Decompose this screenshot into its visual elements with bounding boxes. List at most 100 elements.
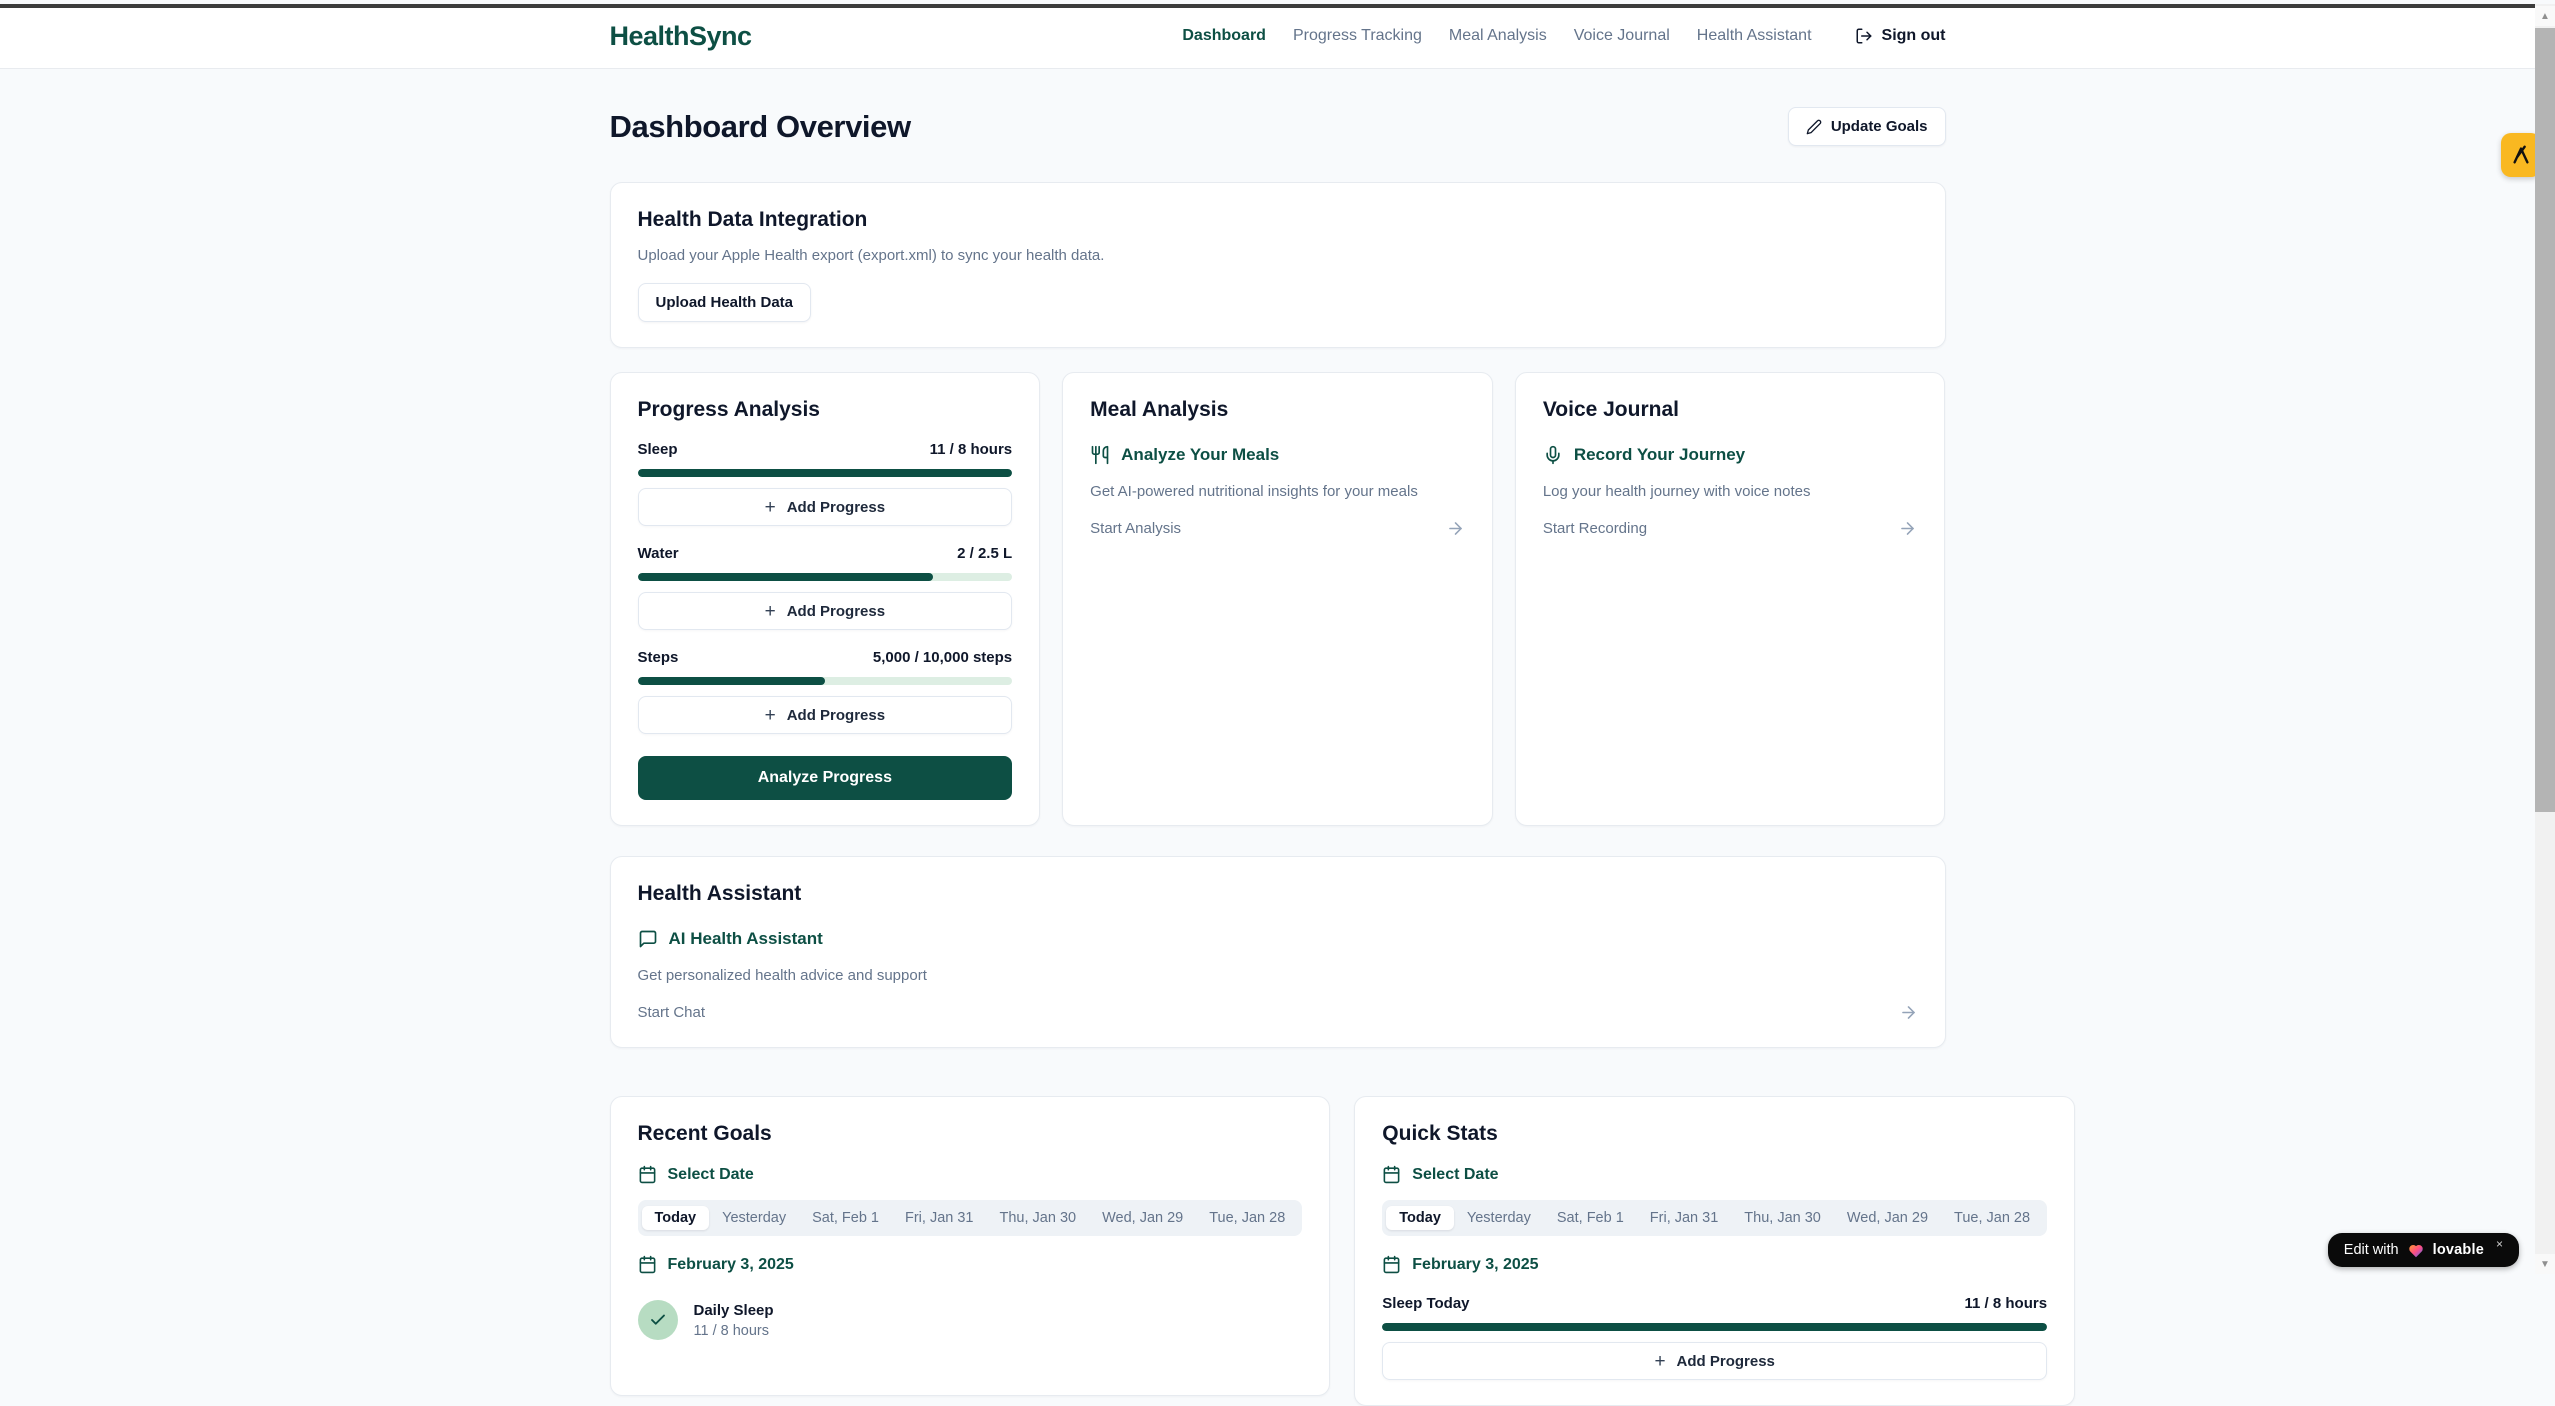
heart-icon bbox=[2407, 1242, 2425, 1258]
quick-stats-date-tabs: Today Yesterday Sat, Feb 1 Fri, Jan 31 T… bbox=[1382, 1200, 2047, 1236]
analyze-your-meals-label: Analyze Your Meals bbox=[1121, 445, 1279, 465]
plus-icon: + bbox=[765, 602, 776, 621]
voice-journal-card: Voice Journal Record Your Journey Log yo… bbox=[1515, 372, 1946, 826]
sign-out-button[interactable]: Sign out bbox=[1855, 27, 1946, 45]
check-icon bbox=[649, 1311, 667, 1329]
upload-health-data-button[interactable]: Upload Health Data bbox=[638, 283, 812, 322]
record-your-journey-link[interactable]: Record Your Journey bbox=[1543, 445, 1918, 465]
health-data-integration-card: Health Data Integration Upload your Appl… bbox=[610, 182, 1946, 348]
add-progress-sleep-button[interactable]: + Add Progress bbox=[638, 488, 1013, 526]
nav-item-dashboard[interactable]: Dashboard bbox=[1182, 27, 1266, 45]
calendar-icon bbox=[638, 1255, 657, 1274]
date-tab-yesterday[interactable]: Yesterday bbox=[1454, 1206, 1544, 1230]
badge-close-icon[interactable]: × bbox=[2496, 1237, 2503, 1251]
date-tab-thu-jan-30[interactable]: Thu, Jan 30 bbox=[1731, 1206, 1834, 1230]
recent-goals-selected-date: February 3, 2025 bbox=[638, 1255, 1303, 1274]
nav-item-progress-tracking[interactable]: Progress Tracking bbox=[1293, 27, 1422, 45]
metric-steps: Steps 5,000 / 10,000 steps + Add Progres… bbox=[638, 649, 1013, 734]
nav-item-meal-analysis[interactable]: Meal Analysis bbox=[1449, 27, 1547, 45]
date-tab-wed-jan-29[interactable]: Wed, Jan 29 bbox=[1089, 1206, 1196, 1230]
date-tab-sat-feb-1[interactable]: Sat, Feb 1 bbox=[799, 1206, 892, 1230]
metric-water-value: 2 / 2.5 L bbox=[957, 545, 1012, 562]
quick-stats-select-date[interactable]: Select Date bbox=[1382, 1165, 2047, 1184]
start-recording-label: Start Recording bbox=[1543, 520, 1647, 537]
integration-description: Upload your Apple Health export (export.… bbox=[638, 247, 1918, 264]
water-progress-fill bbox=[638, 573, 934, 581]
window-top-strip bbox=[0, 4, 2541, 8]
quick-stats-add-progress-button[interactable]: + Add Progress bbox=[1382, 1342, 2047, 1380]
sleep-today-progress-bar bbox=[1382, 1323, 2047, 1331]
date-tab-yesterday[interactable]: Yesterday bbox=[709, 1206, 799, 1230]
app-logo[interactable]: HealthSync bbox=[610, 21, 752, 52]
utensils-icon bbox=[1090, 445, 1110, 465]
integration-title: Health Data Integration bbox=[638, 208, 1918, 232]
add-progress-label: Add Progress bbox=[787, 603, 885, 620]
goal-value: 11 / 8 hours bbox=[694, 1323, 774, 1339]
quick-stats-selected-date: February 3, 2025 bbox=[1382, 1255, 2047, 1274]
analyze-progress-button[interactable]: Analyze Progress bbox=[638, 756, 1013, 800]
date-tab-today[interactable]: Today bbox=[1386, 1206, 1454, 1230]
date-tab-fri-jan-31[interactable]: Fri, Jan 31 bbox=[892, 1206, 987, 1230]
sleep-today-label: Sleep Today bbox=[1382, 1295, 1469, 1312]
date-tab-tue-jan-28[interactable]: Tue, Jan 28 bbox=[1196, 1206, 1298, 1230]
plus-icon: + bbox=[765, 706, 776, 725]
logout-icon bbox=[1855, 27, 1873, 45]
calendar-icon bbox=[1382, 1255, 1401, 1274]
scrollbar-thumb[interactable] bbox=[2535, 28, 2555, 812]
steps-progress-fill bbox=[638, 677, 825, 685]
badge-brand: lovable bbox=[2433, 1242, 2484, 1258]
recent-goals-select-date[interactable]: Select Date bbox=[638, 1165, 1303, 1184]
metric-sleep-value: 11 / 8 hours bbox=[930, 441, 1013, 458]
vertical-scrollbar[interactable]: ▲ ▼ bbox=[2535, 4, 2555, 1274]
calendar-icon bbox=[638, 1165, 657, 1184]
ai-health-assistant-link[interactable]: AI Health Assistant bbox=[638, 929, 1918, 949]
date-tab-tue-jan-28[interactable]: Tue, Jan 28 bbox=[1941, 1206, 2043, 1230]
date-tab-wed-jan-29[interactable]: Wed, Jan 29 bbox=[1834, 1206, 1941, 1230]
start-recording-link[interactable]: Start Recording bbox=[1543, 519, 1918, 538]
date-tab-fri-jan-31[interactable]: Fri, Jan 31 bbox=[1637, 1206, 1732, 1230]
metric-sleep-today: Sleep Today 11 / 8 hours + Add Progress bbox=[1382, 1295, 2047, 1380]
selected-date-label: February 3, 2025 bbox=[668, 1256, 794, 1274]
voice-journal-title: Voice Journal bbox=[1543, 398, 1918, 422]
progress-analysis-title: Progress Analysis bbox=[638, 398, 1013, 422]
update-goals-button[interactable]: Update Goals bbox=[1788, 107, 1946, 146]
add-progress-water-button[interactable]: + Add Progress bbox=[638, 592, 1013, 630]
analyze-your-meals-link[interactable]: Analyze Your Meals bbox=[1090, 445, 1465, 465]
badge-prefix: Edit with bbox=[2344, 1242, 2399, 1258]
recent-goals-card: Recent Goals Select Date Today Yesterday… bbox=[610, 1096, 1331, 1396]
nav-item-voice-journal[interactable]: Voice Journal bbox=[1574, 27, 1670, 45]
update-goals-label: Update Goals bbox=[1831, 118, 1928, 135]
steps-progress-bar bbox=[638, 677, 1013, 685]
metric-water-label: Water bbox=[638, 545, 679, 562]
water-progress-bar bbox=[638, 573, 1013, 581]
scrollbar-down-arrow[interactable]: ▼ bbox=[2535, 1254, 2555, 1274]
goal-name: Daily Sleep bbox=[694, 1302, 774, 1319]
add-progress-label: Add Progress bbox=[1677, 1353, 1775, 1370]
add-progress-steps-button[interactable]: + Add Progress bbox=[638, 696, 1013, 734]
date-tab-today[interactable]: Today bbox=[642, 1206, 710, 1230]
edit-with-lovable-badge[interactable]: Edit with lovable × bbox=[2328, 1233, 2519, 1267]
nav-item-health-assistant[interactable]: Health Assistant bbox=[1697, 27, 1812, 45]
health-assistant-card: Health Assistant AI Health Assistant Get… bbox=[610, 856, 1946, 1048]
sleep-today-value: 11 / 8 hours bbox=[1965, 1295, 2048, 1312]
main-nav: Dashboard Progress Tracking Meal Analysi… bbox=[1182, 27, 1945, 45]
date-tab-sat-feb-1[interactable]: Sat, Feb 1 bbox=[1544, 1206, 1637, 1230]
start-chat-link[interactable]: Start Chat bbox=[638, 1003, 1918, 1022]
recent-goals-title: Recent Goals bbox=[638, 1122, 1303, 1146]
metric-water: Water 2 / 2.5 L + Add Progress bbox=[638, 545, 1013, 630]
scrollbar-up-arrow[interactable]: ▲ bbox=[2535, 6, 2555, 26]
arrow-right-icon bbox=[1446, 519, 1465, 538]
metric-steps-label: Steps bbox=[638, 649, 679, 666]
date-tab-thu-jan-30[interactable]: Thu, Jan 30 bbox=[987, 1206, 1090, 1230]
main-content: Dashboard Overview Update Goals Health D… bbox=[610, 69, 1946, 1406]
start-analysis-link[interactable]: Start Analysis bbox=[1090, 519, 1465, 538]
plus-icon: + bbox=[765, 498, 776, 517]
progress-analysis-card: Progress Analysis Sleep 11 / 8 hours + A… bbox=[610, 372, 1041, 826]
meal-analysis-description: Get AI-powered nutritional insights for … bbox=[1090, 483, 1465, 500]
lovable-logo-icon bbox=[2510, 144, 2532, 166]
goal-list-item: Daily Sleep 11 / 8 hours bbox=[638, 1300, 1303, 1340]
metric-steps-value: 5,000 / 10,000 steps bbox=[873, 649, 1012, 666]
health-assistant-description: Get personalized health advice and suppo… bbox=[638, 967, 1918, 984]
sign-out-label: Sign out bbox=[1882, 27, 1946, 45]
health-assistant-title: Health Assistant bbox=[638, 882, 1918, 906]
